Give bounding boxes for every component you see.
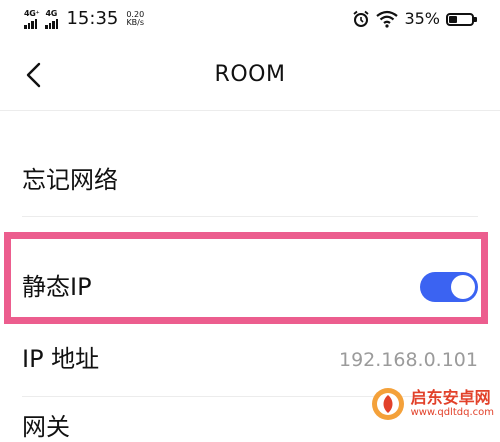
static-ip-label: 静态IP bbox=[22, 273, 92, 301]
signal-2: 4G bbox=[45, 9, 59, 29]
status-right: 35% bbox=[352, 9, 477, 28]
wifi-icon bbox=[376, 10, 399, 28]
signal-bars-icon bbox=[45, 19, 59, 29]
signal-bars-icon bbox=[24, 19, 37, 29]
network-type-2: 4G bbox=[45, 9, 58, 18]
static-ip-row: 静态IP bbox=[22, 250, 478, 310]
status-time: 15:35 bbox=[66, 8, 119, 29]
alarm-clock-icon bbox=[353, 10, 370, 27]
battery-fill bbox=[449, 15, 457, 23]
toggle-knob bbox=[451, 275, 475, 299]
nav-bar: ROOM bbox=[0, 40, 500, 111]
page-title: ROOM bbox=[214, 62, 286, 87]
status-bar: 4G⁺ 4G 15:35 0.20 KB/s 35% bbox=[0, 0, 500, 40]
ip-address-label: IP 地址 bbox=[22, 345, 100, 373]
watermark-text: 启东安卓网 www.qdltdq.com bbox=[411, 389, 494, 419]
gateway-label: 网关 bbox=[22, 413, 70, 441]
signal-1: 4G⁺ bbox=[24, 9, 40, 29]
watermark-title: 启东安卓网 bbox=[410, 388, 491, 407]
ip-address-row[interactable]: IP 地址 192.168.0.101 bbox=[22, 340, 478, 380]
watermark-logo-icon bbox=[371, 388, 404, 420]
status-left: 4G⁺ 4G 15:35 0.20 KB/s bbox=[24, 9, 144, 29]
network-speed: 0.20 KB/s bbox=[126, 11, 144, 27]
watermark-url: www.qdltdq.com bbox=[410, 407, 494, 418]
battery-percent: 35% bbox=[404, 9, 440, 28]
forget-network-row[interactable]: 忘记网络 bbox=[22, 150, 478, 210]
watermark: 启东安卓网 www.qdltdq.com bbox=[371, 387, 494, 421]
battery-icon bbox=[446, 12, 477, 26]
divider bbox=[22, 216, 478, 217]
static-ip-toggle[interactable] bbox=[420, 272, 478, 302]
ip-address-value: 192.168.0.101 bbox=[338, 349, 478, 371]
network-speed-unit: KB/s bbox=[126, 18, 145, 27]
forget-network-label: 忘记网络 bbox=[22, 166, 118, 194]
network-type-1: 4G⁺ bbox=[24, 9, 40, 18]
